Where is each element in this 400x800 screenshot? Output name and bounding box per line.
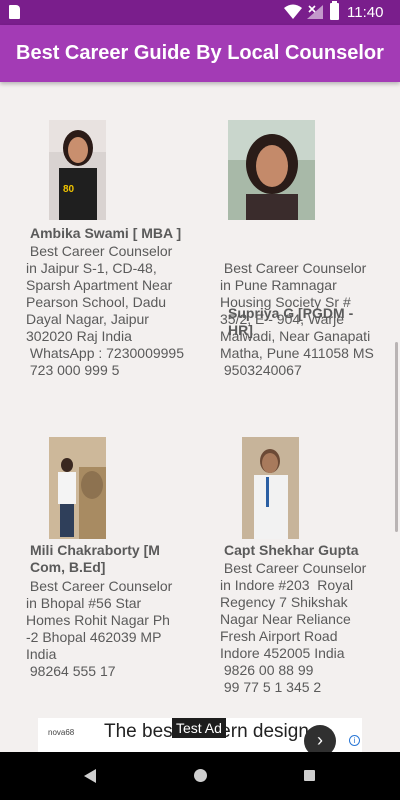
counselor-info: Best Career Counselor in Pune Ramnagar H… — [220, 260, 374, 378]
navigation-bar — [0, 752, 400, 800]
battery-icon — [330, 1, 339, 20]
status-clock: 11:40 — [347, 4, 384, 21]
ad-info-icon[interactable]: i — [349, 735, 360, 746]
counselor-info: Best Career Counselor in Jaipur S-1, CD-… — [26, 243, 185, 378]
counselor-photo: 80 — [49, 120, 106, 220]
svg-text:80: 80 — [63, 184, 75, 195]
counselor-name: Mili Chakraborty [M Com, B.Ed] — [30, 542, 160, 575]
counselor-photo — [242, 437, 299, 539]
status-bar: 11:40 — [0, 0, 400, 25]
ad-next-button[interactable]: › — [304, 725, 336, 752]
app-title: Best Career Guide By Local Counselor — [16, 42, 384, 64]
counselor-info: Best Career Counselor in Indore #203 Roy… — [220, 560, 367, 695]
back-icon[interactable] — [83, 768, 97, 784]
wifi-icon — [284, 4, 302, 19]
counselor-name: Capt Shekhar Gupta — [224, 542, 359, 558]
ad-logo: nova68 — [48, 728, 75, 737]
counselor-info: Best Career Counselor in Bhopal #56 Star… — [26, 578, 173, 679]
signal-icon — [307, 5, 323, 19]
counselor-photo — [228, 120, 315, 220]
home-icon[interactable] — [194, 769, 207, 782]
counselor-list[interactable]: 80 Ambika Swami [ MBA ] Best Career Coun… — [0, 82, 400, 752]
sd-card-icon — [9, 5, 20, 19]
test-ad-label: Test Ad — [172, 718, 226, 738]
counselor-name: Ambika Swami [ MBA ] — [30, 225, 182, 241]
scrollbar[interactable] — [395, 342, 398, 532]
counselor-photo — [49, 437, 106, 539]
recents-icon[interactable] — [304, 770, 315, 781]
app-bar: Best Career Guide By Local Counselor — [0, 25, 400, 82]
